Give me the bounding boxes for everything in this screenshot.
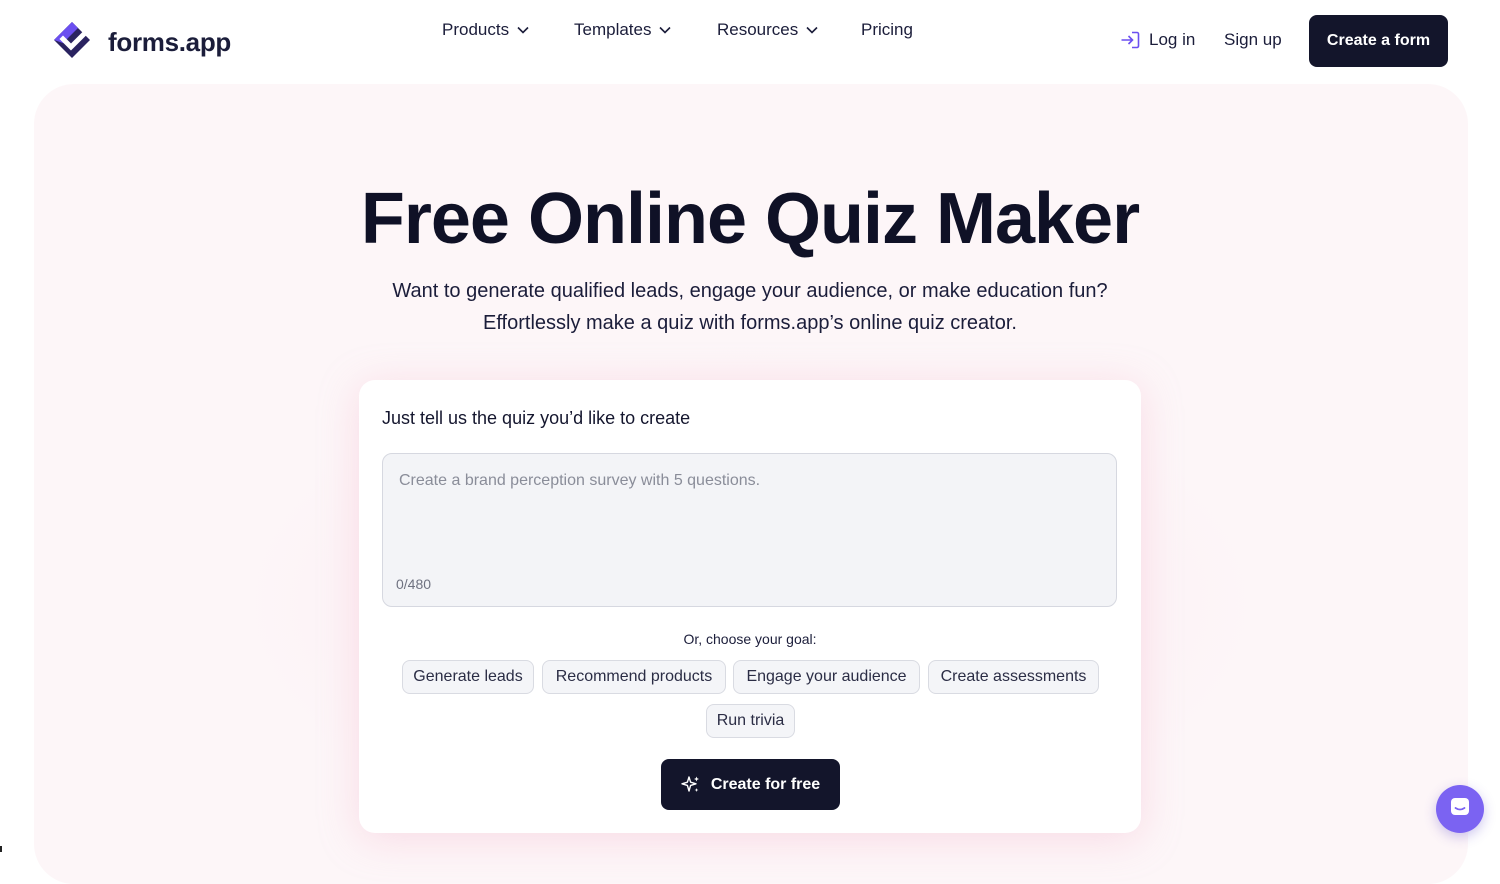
chat-icon (1448, 795, 1472, 824)
prompt-label: Just tell us the quiz you’d like to crea… (382, 408, 691, 428)
quiz-prompt-card: Just tell us the quiz you’d like to crea… (359, 380, 1141, 833)
goal-chip-engage-audience[interactable]: Engage your audience (733, 660, 920, 694)
chat-launcher-button[interactable] (1436, 785, 1484, 833)
login-label: Log in (1149, 30, 1196, 49)
sparkle-icon (681, 775, 701, 795)
forms-app-logo-icon (52, 20, 100, 65)
goal-chip-create-assessments[interactable]: Create assessments (928, 660, 1099, 694)
window-edge (0, 846, 2, 852)
prompt-box: 0/480 (382, 453, 1117, 607)
quiz-prompt-input[interactable] (397, 470, 1101, 564)
create-for-free-button[interactable]: Create for free (661, 759, 840, 810)
login-icon (1120, 31, 1140, 49)
chevron-down-icon (517, 26, 529, 34)
nav-templates[interactable]: Templates (574, 19, 672, 41)
hero-subtitle-line1: Want to generate qualified leads, engage… (392, 280, 1108, 302)
goal-chip-recommend-products[interactable]: Recommend products (542, 660, 726, 694)
nav-templates-label: Templates (574, 20, 652, 39)
goal-chip-generate-leads[interactable]: Generate leads (402, 660, 534, 694)
char-counter: 0/480 (396, 576, 432, 592)
logo-text: forms.app (108, 27, 231, 57)
create-for-free-label: Create for free (710, 775, 821, 793)
goal-title: Or, choose your goal: (683, 631, 817, 647)
chevron-down-icon (659, 26, 672, 34)
nav-products-label: Products (442, 20, 510, 39)
nav-resources-label: Resources (717, 20, 799, 39)
nav-resources[interactable]: Resources (717, 19, 818, 41)
signup-link[interactable]: Sign up (1224, 30, 1282, 50)
login-link[interactable]: Log in (1120, 30, 1195, 50)
hero-subtitle-line2: Effortlessly make a quiz with forms.app’… (483, 312, 1017, 334)
nav-products[interactable]: Products (442, 19, 529, 41)
site-header: forms.app Products Templates Resources P… (0, 0, 1500, 82)
goal-chip-run-trivia[interactable]: Run trivia (706, 704, 795, 738)
page-title: Free Online Quiz Maker (360, 179, 1140, 259)
create-form-button[interactable]: Create a form (1309, 15, 1448, 67)
nav-pricing[interactable]: Pricing (861, 19, 913, 41)
logo[interactable]: forms.app (52, 20, 231, 65)
chevron-down-icon (806, 26, 818, 34)
nav-pricing-label: Pricing (861, 20, 913, 39)
